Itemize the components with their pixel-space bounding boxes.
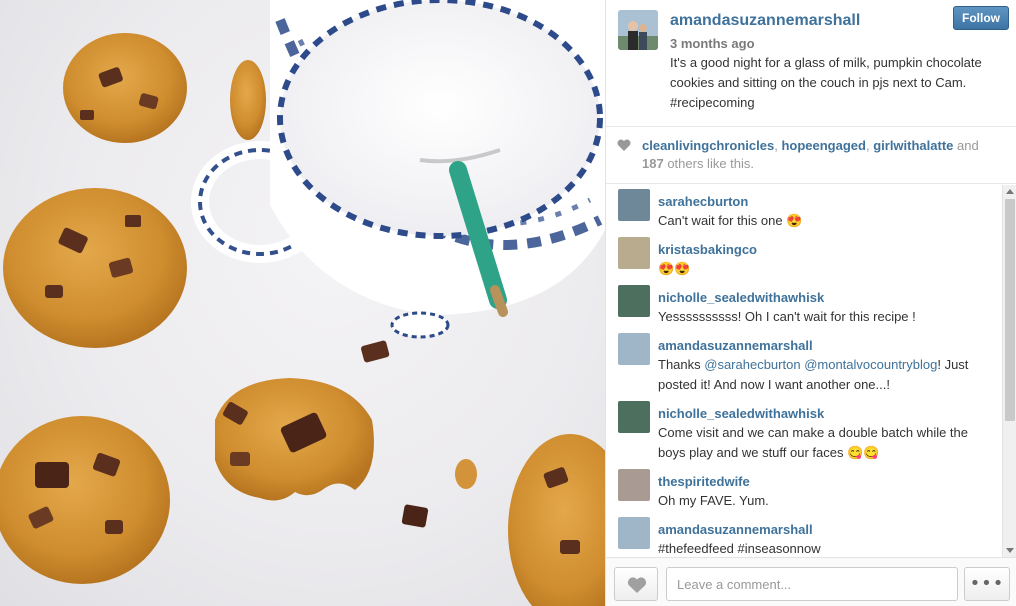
post-photo xyxy=(0,0,605,606)
commenter-username-link[interactable]: nicholle_sealedwithawhisk xyxy=(658,397,996,423)
owner-avatar[interactable] xyxy=(618,10,658,50)
comment-body: Thanks xyxy=(658,357,705,372)
commenter-username-link[interactable]: kristasbakingco xyxy=(658,233,996,259)
cookie xyxy=(0,416,170,584)
comment-text: #thefeedfeed #inseasonnow xyxy=(658,539,996,557)
comment-item: kristasbakingco 😍😍 xyxy=(606,233,1004,281)
emoji: 😍 xyxy=(786,213,803,228)
post-timestamp: 3 months ago xyxy=(670,36,755,51)
comment-body: Oh my FAVE. Yum. xyxy=(658,493,769,508)
commenter-username-link[interactable]: sarahecburton xyxy=(658,185,996,211)
cookie xyxy=(63,33,187,143)
others-like-count[interactable]: 187 xyxy=(642,156,664,171)
post-header: amandasuzannemarshall Follow 3 months ag… xyxy=(606,0,1016,127)
mention-link[interactable]: @sarahecburton xyxy=(704,357,800,372)
scroll-down-arrow-icon[interactable] xyxy=(1006,548,1014,553)
heart-icon xyxy=(617,139,631,151)
comment-item: sarahecburton Can't wait for this one 😍 xyxy=(606,185,1004,233)
comment-body: Yessssssssss! Oh I can't wait for this r… xyxy=(658,309,916,324)
like-button[interactable] xyxy=(614,567,658,601)
emoji: 😍😍 xyxy=(658,261,691,276)
comment-bar: ••• xyxy=(606,557,1016,606)
comment-item: nicholle_sealedwithawhisk Yessssssssss! … xyxy=(606,281,1004,329)
cookie xyxy=(3,188,187,348)
commenter-avatar[interactable] xyxy=(618,333,650,365)
liker-link[interactable]: cleanlivingchronicles xyxy=(642,138,774,153)
comment-item: thespiritedwife Oh my FAVE. Yum. xyxy=(606,465,1004,513)
comment-text: Come visit and we can make a double batc… xyxy=(658,423,996,463)
commenter-avatar[interactable] xyxy=(618,285,650,317)
mention-link[interactable]: @montalvocountryblog xyxy=(804,357,937,372)
follow-button[interactable]: Follow xyxy=(953,6,1009,30)
liker-link[interactable]: girlwithalatte xyxy=(873,138,953,153)
comment-text: Yessssssssss! Oh I can't wait for this r… xyxy=(658,307,996,327)
post-details-panel: amandasuzannemarshall Follow 3 months ag… xyxy=(605,0,1016,606)
milk-cup xyxy=(191,0,605,339)
cookie xyxy=(508,434,605,606)
cookies-and-milk-image xyxy=(0,0,605,606)
likes-suffix: others like this. xyxy=(663,156,755,171)
comments-scrollbar[interactable] xyxy=(1002,185,1016,557)
comment-body: #thefeedfeed #inseasonnow xyxy=(658,541,821,556)
heart-icon xyxy=(627,577,647,593)
comment-text: Oh my FAVE. Yum. xyxy=(658,491,996,511)
commenter-avatar[interactable] xyxy=(618,189,650,221)
liker-link[interactable]: hopeengaged xyxy=(781,138,866,153)
comment-item: amandasuzannemarshall #thefeedfeed #inse… xyxy=(606,513,1004,557)
likes-summary: cleanlivingchronicles, hopeengaged, girl… xyxy=(606,127,1016,184)
commenter-avatar[interactable] xyxy=(618,401,650,433)
commenter-avatar[interactable] xyxy=(618,469,650,501)
more-options-button[interactable]: ••• xyxy=(964,567,1010,601)
comment-list: sarahecburton Can't wait for this one 😍 … xyxy=(606,185,1004,557)
comment-item: nicholle_sealedwithawhisk Come visit and… xyxy=(606,397,1004,465)
comment-item: amandasuzannemarshall Thanks @sarahecbur… xyxy=(606,329,1004,397)
comment-body: Come visit and we can make a double batc… xyxy=(658,425,969,460)
comment-text: Thanks @sarahecburton @montalvocountrybl… xyxy=(658,355,996,395)
commenter-avatar[interactable] xyxy=(618,517,650,549)
comment-body: Can't wait for this one xyxy=(658,213,787,228)
commenter-username-link[interactable]: amandasuzannemarshall xyxy=(658,513,996,539)
commenter-username-link[interactable]: nicholle_sealedwithawhisk xyxy=(658,281,996,307)
comment-input[interactable] xyxy=(666,567,958,601)
post-caption: It's a good night for a glass of milk, p… xyxy=(670,55,982,110)
owner-username-link[interactable]: amandasuzannemarshall xyxy=(670,12,860,30)
commenter-avatar[interactable] xyxy=(618,237,650,269)
bitten-cookie xyxy=(215,378,374,501)
comment-text: Can't wait for this one 😍 xyxy=(658,211,996,231)
commenter-username-link[interactable]: amandasuzannemarshall xyxy=(658,329,996,355)
scroll-up-arrow-icon[interactable] xyxy=(1006,189,1014,194)
scrollbar-thumb[interactable] xyxy=(1005,199,1015,421)
commenter-username-link[interactable]: thespiritedwife xyxy=(658,465,996,491)
comment-text: 😍😍 xyxy=(658,259,996,279)
emoji: 😋😋 xyxy=(847,445,880,460)
likes-and-text: and xyxy=(953,138,979,153)
cookie xyxy=(230,60,266,140)
